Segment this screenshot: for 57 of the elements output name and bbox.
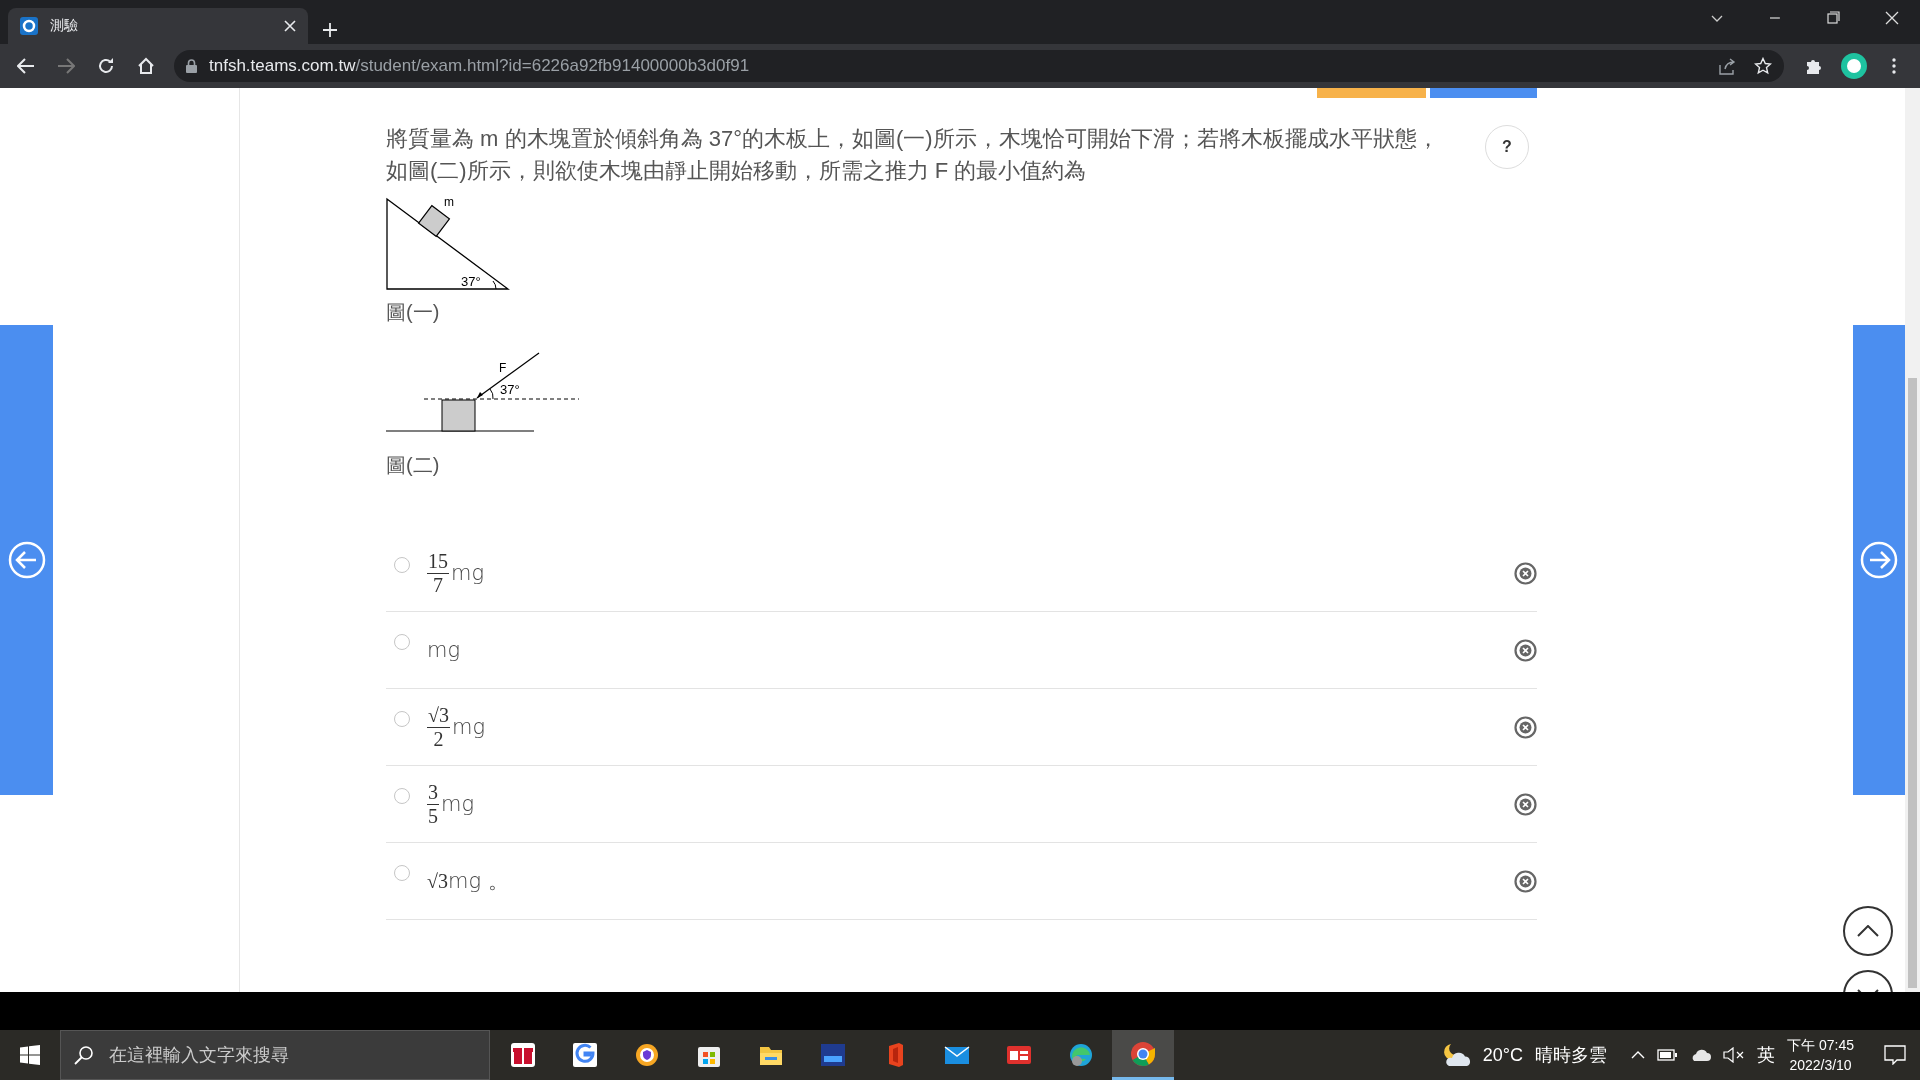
shield-app-icon — [633, 1041, 661, 1069]
share-icon[interactable] — [1718, 57, 1736, 75]
radio-button[interactable] — [394, 788, 410, 804]
menu-icon[interactable] — [1892, 58, 1896, 74]
radio-button[interactable] — [394, 557, 410, 573]
figure-label: F — [499, 361, 507, 375]
lock-icon — [186, 59, 197, 73]
back-icon[interactable] — [17, 58, 35, 74]
eliminate-icon[interactable] — [1514, 869, 1537, 893]
edge-browser-icon — [1067, 1041, 1095, 1069]
google-app-icon — [571, 1041, 599, 1069]
home-icon[interactable] — [137, 57, 155, 75]
time-text: 下午 07:45 — [1787, 1036, 1854, 1055]
figure-label: m — [444, 197, 454, 209]
input-method-indicator[interactable]: 英 — [1757, 1043, 1776, 1067]
reload-icon[interactable] — [97, 57, 115, 75]
url-text: tnfsh.teams.com.tw/student/exam.html?id=6226a92fb91400000b3d0f91 — [209, 56, 750, 76]
new-tab-icon[interactable] — [322, 22, 338, 38]
close-icon[interactable] — [284, 20, 296, 32]
eliminate-icon[interactable] — [1514, 715, 1537, 739]
figure-label: 37° — [500, 382, 520, 397]
address-bar[interactable]: tnfsh.teams.com.tw/student/exam.html?id=6226a92fb91400000b3d0f91 — [174, 50, 1784, 82]
forward-icon[interactable] — [57, 58, 75, 74]
scroll-up-button[interactable] — [1843, 906, 1893, 956]
gift-app-icon — [509, 1041, 537, 1069]
answer-option-text: √3mg 。 — [427, 868, 510, 895]
clock[interactable]: 下午 07:45 2022/3/10 — [1787, 1035, 1854, 1075]
answer-option-text: mg — [427, 638, 462, 662]
figure-caption: 圖(二) — [386, 454, 440, 476]
notification-icon[interactable] — [1884, 1045, 1906, 1065]
figure-label: 37° — [461, 274, 481, 289]
chevron-up-icon — [1857, 925, 1879, 937]
site-icon — [20, 17, 38, 35]
taskbar-search-field[interactable]: 在這裡輸入文字來搜尋 — [60, 1030, 490, 1080]
question-text: 將質量為 m 的木塊置於傾斜角為 37°的木板上，如圖(一)所示，木塊恰可開始下滑；若將木板擺成水平狀態，如圖(二)所示，則欲使木塊由靜止開始移動，所需之推力 F 的最小值約為 — [386, 125, 1440, 185]
radio-button[interactable] — [394, 634, 410, 650]
windows-start-icon[interactable] — [20, 1045, 40, 1065]
browser-tab[interactable]: 測驗 — [8, 8, 308, 44]
battery-icon[interactable] — [1657, 1049, 1678, 1061]
eliminate-icon[interactable] — [1514, 561, 1537, 585]
chevron-up-icon[interactable] — [1631, 1051, 1646, 1059]
eliminate-icon[interactable] — [1514, 792, 1537, 816]
radio-button[interactable] — [394, 711, 410, 727]
radio-button[interactable] — [394, 865, 410, 881]
tab-title: 測驗 — [50, 17, 79, 35]
speaker-muted-icon[interactable] — [1723, 1047, 1746, 1063]
dev-app-icon — [819, 1041, 847, 1069]
weather-text: 晴時多雲 — [1535, 1044, 1608, 1067]
date-text: 2022/3/10 — [1789, 1056, 1852, 1075]
chrome-browser-icon — [1129, 1039, 1157, 1068]
scrollbar[interactable] — [1905, 88, 1920, 992]
help-button[interactable]: ? — [1485, 125, 1529, 169]
profile-avatar-icon[interactable] — [1841, 53, 1867, 79]
temperature-text: 20°C — [1482, 1044, 1524, 1066]
figure-caption: 圖(一) — [386, 301, 440, 323]
star-icon[interactable] — [1754, 57, 1772, 75]
eliminate-icon[interactable] — [1514, 638, 1537, 662]
